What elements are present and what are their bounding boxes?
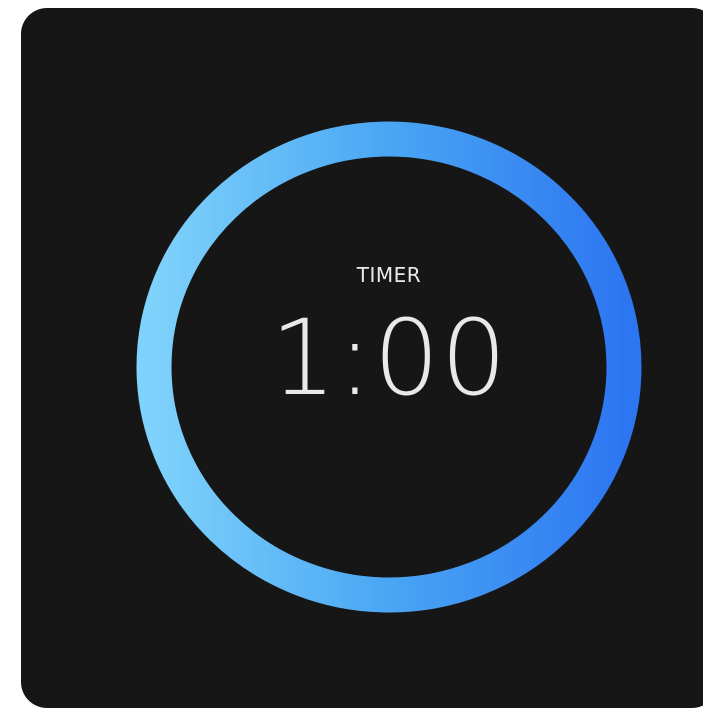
timer-card: TIMER 1:00: [21, 8, 703, 708]
timer-ring: TIMER 1:00: [135, 120, 643, 614]
timer-label: TIMER: [356, 263, 422, 287]
timer-time: 1:00: [270, 297, 508, 419]
